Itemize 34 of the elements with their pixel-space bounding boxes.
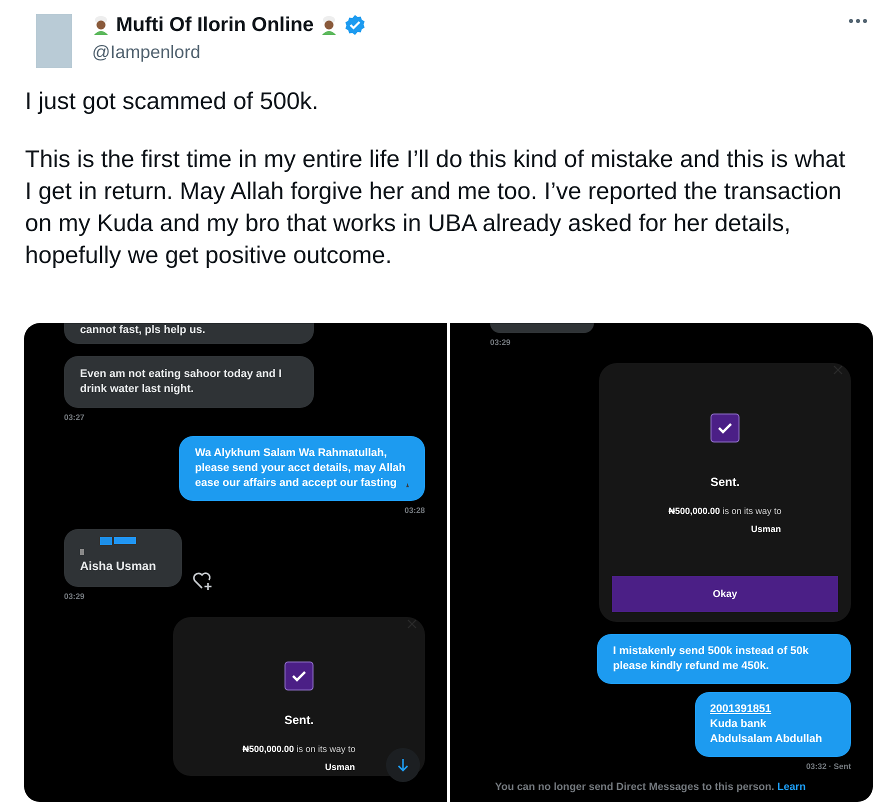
message-bubble: Even am not eating sahoor today and I drink water last night. (64, 356, 314, 408)
message-time: 03:28 (404, 505, 425, 517)
transfer-title: Sent. (284, 712, 314, 729)
author-handle[interactable]: @Iampenlord (92, 39, 366, 66)
transfer-amount-text: ₦500,000.00 is on its way to (668, 505, 782, 518)
message-bubble: I mistakenly send 500k instead of 50k please kindly refund me 450k. (597, 634, 851, 684)
recipient-name: Usman (750, 522, 781, 536)
message-text: Kuda bank (710, 717, 768, 732)
turban-emoji-icon (92, 15, 110, 35)
author-name[interactable]: Mufti Of Ilorin Online (116, 10, 314, 40)
message-text: Abdulsalam Abdullah (710, 732, 824, 747)
tweet-text: This is the first time in my entire life I’ll do this kind of mistake and this is what I get in return. May Allah forgive her and me too. I’ve reported the transaction on my Kuda and my bro that works in UBA already asked for her details, hopefully we get positive outcome. (25, 145, 846, 271)
heart-plus-icon[interactable] (192, 571, 214, 591)
turban-emoji-icon (320, 15, 338, 35)
more-options-icon[interactable] (848, 18, 868, 24)
contact-card[interactable]: Aisha Usman (64, 529, 182, 587)
contact-name: Aisha Usman (80, 558, 158, 575)
tweet-text: I just got scammed of 500k. (25, 87, 320, 117)
message-time: 03:27 (64, 412, 84, 424)
redacted-scribble-icon (80, 537, 136, 555)
message-time: 03:29 (490, 337, 510, 349)
message-bubble: cannot fast, pls help us. (64, 323, 314, 344)
learn-link[interactable]: Learn (777, 781, 806, 794)
recipient-name: Usman (324, 760, 355, 774)
blocked-notice: You can no longer send Direct Messages to this person. Learn (495, 780, 806, 796)
okay-button[interactable]: Okay (612, 576, 838, 612)
transfer-amount-text: ₦500,000.00 is on its way to (242, 743, 356, 756)
checkbox-check-icon (710, 413, 740, 443)
message-bubble: Wa Alykhum Salam Wa Rahmatullah, please send your acct details, may Allah ease our affairs and accept our fasting (179, 436, 425, 501)
down-arrow-icon (397, 758, 409, 772)
message-time: 03:32 · Sent (806, 761, 851, 773)
message-time: 03:29 (64, 591, 84, 603)
checkbox-check-icon (284, 661, 314, 691)
transfer-title: Sent. (710, 474, 740, 491)
